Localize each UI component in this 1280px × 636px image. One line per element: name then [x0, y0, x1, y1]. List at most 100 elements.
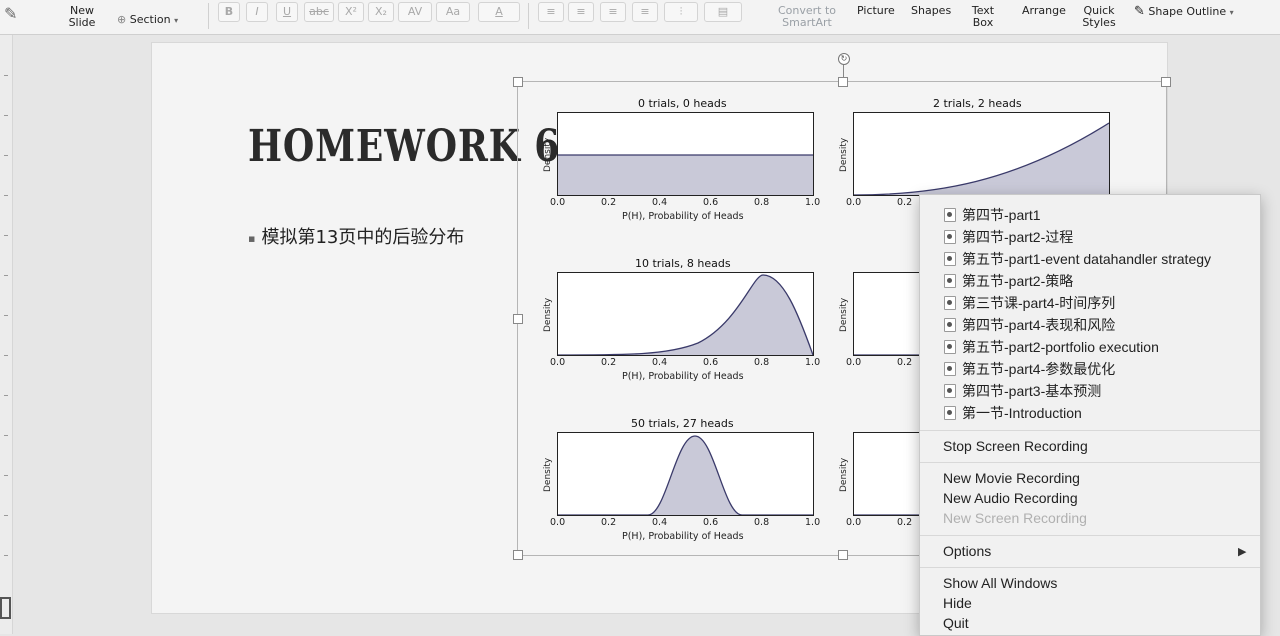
- superscript-button[interactable]: X²: [338, 2, 364, 22]
- x-tick-label: 0.0: [550, 517, 566, 528]
- recent-file-item[interactable]: 第四节-part2-过程: [944, 227, 1073, 247]
- slide-title[interactable]: HOMEWORK 6: [248, 121, 560, 172]
- y-axis-label: Density: [543, 137, 553, 172]
- underline-button[interactable]: U: [276, 2, 298, 22]
- arrange-button[interactable]: Arrange: [1022, 5, 1066, 17]
- resize-handle-n[interactable]: [838, 77, 848, 87]
- document-icon: [944, 296, 956, 310]
- thumb-tick: [4, 235, 8, 236]
- new-movie-recording-item[interactable]: New Movie Recording: [943, 470, 1080, 486]
- menu-divider: [920, 567, 1260, 568]
- chevron-down-icon: ▾: [1229, 8, 1234, 17]
- recent-file-item[interactable]: 第四节-part4-表现和风险: [944, 315, 1115, 335]
- slide-bullet[interactable]: ▪ 模拟第13页中的后验分布: [248, 223, 464, 249]
- x-tick-label: 0.2: [601, 517, 617, 528]
- recent-file-item[interactable]: 第四节-part3-基本预测: [944, 381, 1101, 401]
- recent-file-item[interactable]: 第三节课-part4-时间序列: [944, 293, 1115, 313]
- recent-file-label: 第五节-part2-portfolio execution: [962, 339, 1159, 355]
- font-color-button[interactable]: A: [478, 2, 520, 22]
- x-axis-label: P(H), Probability of Heads: [622, 531, 744, 542]
- hide-item[interactable]: Hide: [943, 595, 972, 611]
- pen-icon: ✎: [1134, 4, 1145, 19]
- quick-styles-button[interactable]: Quick Styles: [1080, 5, 1118, 29]
- align-center-button[interactable]: ≡: [568, 2, 594, 22]
- thumb-tick: [4, 475, 8, 476]
- slide-thumbnail-strip[interactable]: [0, 35, 13, 634]
- x-tick-label: 0.6: [703, 357, 719, 368]
- x-tick-label: 1.0: [805, 197, 821, 208]
- new-slide-button[interactable]: New Slide: [64, 5, 100, 29]
- stop-screen-recording-item[interactable]: Stop Screen Recording: [943, 438, 1088, 454]
- x-tick-label: 0.0: [550, 357, 566, 368]
- x-tick-label: 0.8: [754, 517, 770, 528]
- character-spacing-button[interactable]: AV: [398, 2, 432, 22]
- density-curve: [558, 274, 813, 355]
- strikethrough-button[interactable]: abc: [304, 2, 334, 22]
- quit-item[interactable]: Quit: [943, 615, 969, 631]
- resize-handle-sw[interactable]: [513, 550, 523, 560]
- recent-file-label: 第五节-part1-event datahandler strategy: [962, 251, 1212, 267]
- y-axis-label: Density: [839, 297, 849, 332]
- menu-divider: [920, 535, 1260, 536]
- columns-button[interactable]: ▤: [704, 2, 742, 22]
- resize-handle-w[interactable]: [513, 314, 523, 324]
- plot-area: [557, 272, 814, 356]
- resize-handle-nw[interactable]: [513, 77, 523, 87]
- show-all-windows-item[interactable]: Show All Windows: [943, 575, 1057, 591]
- options-item[interactable]: Options: [943, 543, 991, 559]
- resize-handle-ne[interactable]: [1161, 77, 1171, 87]
- recent-file-item[interactable]: 第一节-Introduction: [944, 403, 1082, 423]
- thumb-tick: [4, 395, 8, 396]
- recent-file-label: 第四节-part1: [962, 207, 1041, 223]
- text-box-button[interactable]: Text Box: [968, 5, 998, 29]
- recent-file-item[interactable]: 第五节-part2-portfolio execution: [944, 337, 1159, 357]
- section-label: Section: [129, 13, 171, 26]
- rotate-handle-icon[interactable]: ↻: [838, 53, 850, 65]
- x-tick-label: 0.0: [550, 197, 566, 208]
- shape-outline-label: Shape Outline: [1148, 5, 1227, 18]
- x-tick-label: 0.2: [897, 357, 913, 368]
- document-icon: [944, 384, 956, 398]
- section-button[interactable]: ⊕ Section ▾: [117, 14, 178, 27]
- shape-outline-button[interactable]: ✎ Shape Outline ▾: [1134, 4, 1234, 19]
- thumb-tick: [4, 435, 8, 436]
- plot-title: 2 trials, 2 heads: [933, 97, 1022, 110]
- picture-button[interactable]: Picture: [857, 5, 895, 17]
- document-icon: [944, 318, 956, 332]
- plot-title: 10 trials, 8 heads: [635, 257, 731, 270]
- italic-button[interactable]: I: [246, 2, 268, 22]
- recent-file-item[interactable]: 第五节-part1-event datahandler strategy: [944, 249, 1211, 269]
- x-tick-label: 0.6: [703, 197, 719, 208]
- x-tick-label: 0.0: [846, 197, 862, 208]
- ribbon-divider: [528, 3, 529, 29]
- recent-file-label: 第四节-part2-过程: [962, 229, 1074, 245]
- chevron-down-icon: ▾: [174, 16, 179, 25]
- plot-area: [853, 112, 1110, 196]
- x-tick-label: 0.2: [897, 517, 913, 528]
- align-left-button[interactable]: ≡: [538, 2, 564, 22]
- resize-handle-s[interactable]: [838, 550, 848, 560]
- justify-button[interactable]: ≡: [632, 2, 658, 22]
- recent-file-item[interactable]: 第四节-part1: [944, 205, 1041, 225]
- text-direction-button[interactable]: ⫶: [664, 2, 698, 22]
- recent-file-item[interactable]: 第五节-part4-参数最优化: [944, 359, 1115, 379]
- new-audio-recording-item[interactable]: New Audio Recording: [943, 490, 1078, 506]
- y-axis-label: Density: [839, 457, 849, 492]
- document-icon: [944, 230, 956, 244]
- x-tick-label: 1.0: [805, 517, 821, 528]
- bold-button[interactable]: B: [218, 2, 240, 22]
- density-curve: [558, 435, 813, 515]
- paintbrush-icon[interactable]: ✎: [4, 6, 17, 22]
- document-icon: [944, 208, 956, 222]
- recent-file-item[interactable]: 第五节-part2-策略: [944, 271, 1073, 291]
- x-tick-label: 0.6: [703, 517, 719, 528]
- align-right-button[interactable]: ≡: [600, 2, 626, 22]
- uniform-density-curve: [558, 154, 813, 195]
- shapes-button[interactable]: Shapes: [911, 5, 951, 17]
- recent-file-label: 第四节-part4-表现和风险: [962, 317, 1116, 333]
- change-case-button[interactable]: Aa: [436, 2, 470, 22]
- subscript-button[interactable]: X₂: [368, 2, 394, 22]
- convert-to-smartart-button[interactable]: Convert to SmartArt: [772, 5, 842, 29]
- x-tick-label: 0.8: [754, 357, 770, 368]
- slide-bullet-text: 模拟第13页中的后验分布: [261, 227, 465, 248]
